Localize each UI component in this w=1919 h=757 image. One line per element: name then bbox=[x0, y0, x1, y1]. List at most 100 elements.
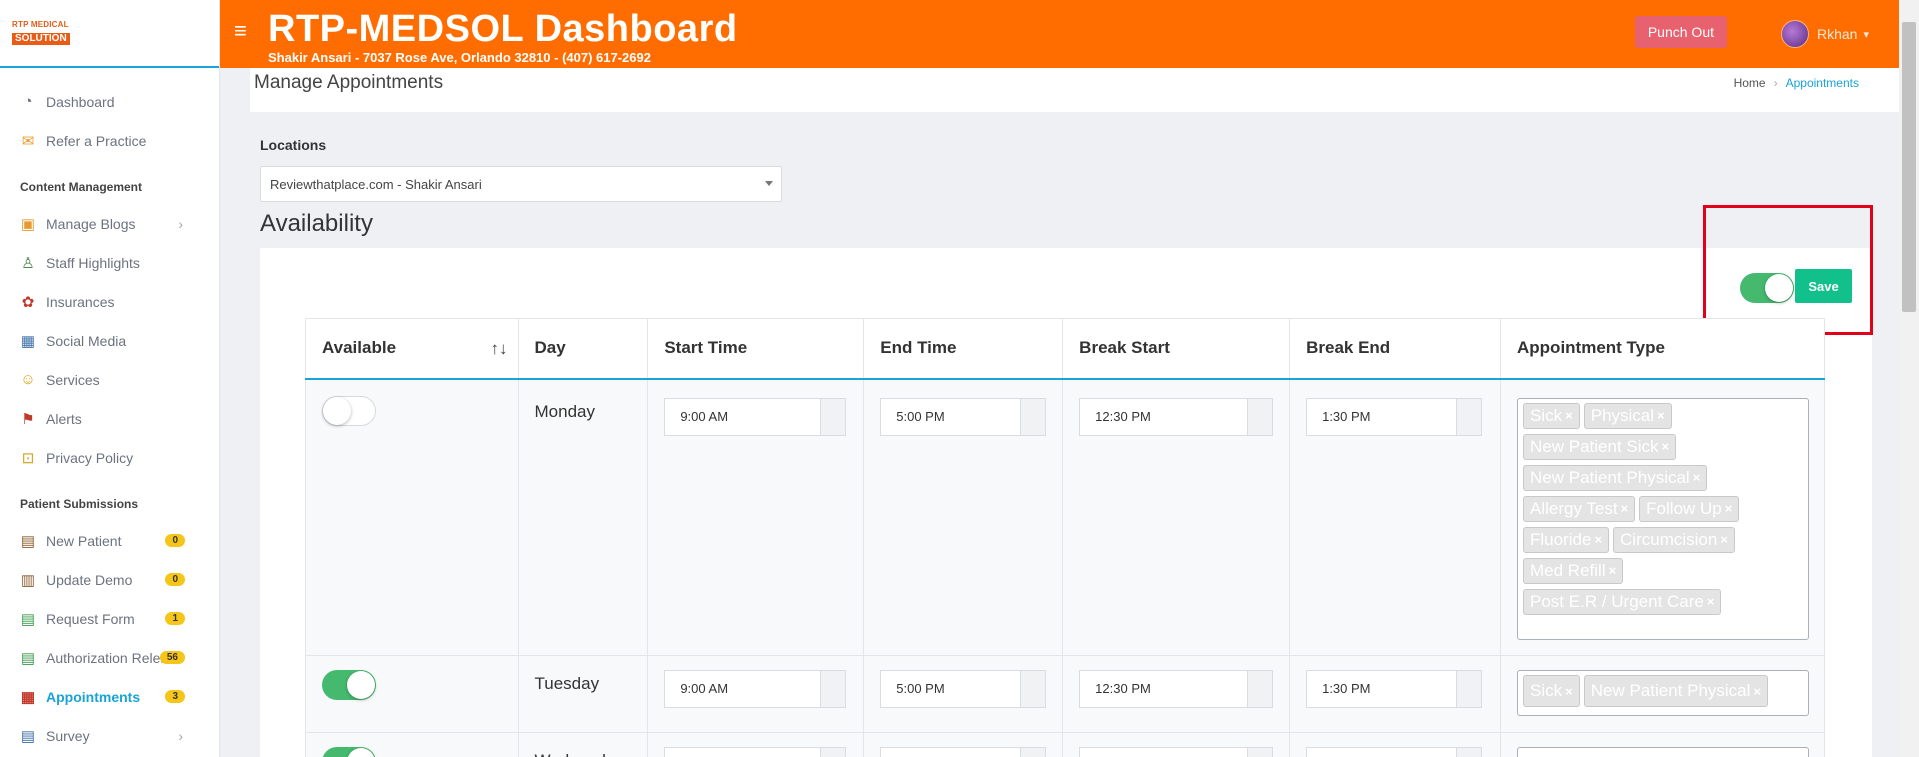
break-end-input[interactable]: 1:30 PM bbox=[1306, 397, 1483, 436]
highlight-box bbox=[1703, 205, 1873, 335]
time-addon[interactable] bbox=[1020, 398, 1046, 435]
appointment-type-tag[interactable]: Physical × bbox=[1583, 402, 1672, 429]
end-time-input[interactable]: 5:00 PM bbox=[880, 670, 1047, 708]
remove-icon[interactable]: × bbox=[1725, 501, 1733, 516]
column-header-day: Day bbox=[518, 318, 649, 380]
sidebar-item-privacy-policy[interactable]: ⊡ Privacy Policy bbox=[0, 438, 219, 477]
appointment-type-tag[interactable]: New Patient Sick × bbox=[1523, 433, 1677, 460]
remove-icon[interactable]: × bbox=[1565, 684, 1573, 699]
breadcrumb-home[interactable]: Home bbox=[1734, 76, 1766, 90]
remove-icon[interactable]: × bbox=[1657, 408, 1665, 423]
end-time-input[interactable] bbox=[880, 747, 1047, 757]
appointment-type-tag[interactable]: Circumcision × bbox=[1613, 526, 1735, 553]
sidebar-item-survey[interactable]: ▤ Survey › bbox=[0, 716, 219, 755]
remove-icon[interactable]: × bbox=[1707, 594, 1715, 609]
remove-icon[interactable]: × bbox=[1565, 408, 1573, 423]
dashboard-title: RTP-MEDSOL Dashboard bbox=[268, 8, 738, 50]
sidebar-item-label: Services bbox=[46, 371, 100, 388]
time-addon[interactable] bbox=[1247, 748, 1273, 757]
break-end-input[interactable] bbox=[1306, 747, 1483, 757]
scrollbar-thumb[interactable] bbox=[1902, 22, 1916, 312]
appointment-type-tag[interactable]: Sick × bbox=[1523, 402, 1580, 429]
time-addon[interactable] bbox=[1456, 398, 1482, 435]
sidebar-item-alerts[interactable]: ⚑ Alerts bbox=[0, 399, 219, 438]
column-header-available[interactable]: Available ↑↓ bbox=[305, 318, 519, 380]
appointment-type-tag[interactable]: New Patient Physical × bbox=[1583, 675, 1769, 707]
sidebar-item-refer[interactable]: ✉ Refer a Practice bbox=[0, 121, 219, 160]
appointment-type-tag[interactable]: Post E.R / Urgent Care × bbox=[1523, 588, 1722, 615]
start-time-input[interactable]: 9:00 AM bbox=[664, 670, 847, 708]
remove-icon[interactable]: × bbox=[1609, 563, 1617, 578]
sidebar-item-manage-blogs[interactable]: ▣ Manage Blogs › bbox=[0, 204, 219, 243]
remove-icon[interactable]: × bbox=[1693, 470, 1701, 485]
count-badge: 1 bbox=[165, 612, 185, 625]
mail-icon: ✉ bbox=[21, 132, 35, 150]
appointment-type-select[interactable]: Sick × New Patient Physical × bbox=[1517, 670, 1810, 716]
sidebar-item-authorization-release[interactable]: ▤ Authorization Release 56 bbox=[0, 638, 219, 677]
remove-icon[interactable]: × bbox=[1621, 501, 1629, 516]
content-nav: ▣ Manage Blogs › ♙ Staff Highlights ✿ Insura… bbox=[0, 202, 219, 477]
appointment-type-tag[interactable]: Follow Up × bbox=[1639, 495, 1740, 522]
sidebar-item-new-patient[interactable]: ▤ New Patient 0 bbox=[0, 521, 219, 560]
break-start-input[interactable]: 12:30 PM bbox=[1079, 670, 1274, 708]
id-card-icon: ▥ bbox=[20, 571, 36, 589]
remove-icon[interactable]: × bbox=[1662, 439, 1670, 454]
sidebar-item-services[interactable]: ☺ Services bbox=[0, 360, 219, 399]
gauge-icon: ◔ bbox=[23, 93, 33, 110]
end-time-input[interactable]: 5:00 PM bbox=[880, 397, 1047, 436]
menu-icon[interactable]: ≡ bbox=[234, 18, 247, 44]
tag-label: New Patient Physical bbox=[1590, 681, 1751, 700]
availability-table: Available ↑↓ Day Start Time End Time Brea… bbox=[305, 318, 1825, 757]
day-availability-toggle[interactable] bbox=[322, 395, 376, 426]
column-header-start-time: Start Time bbox=[647, 318, 865, 380]
tag-label: Med Refill bbox=[1530, 560, 1606, 580]
time-addon[interactable] bbox=[1456, 748, 1482, 757]
day-availability-toggle[interactable] bbox=[322, 747, 376, 757]
chevron-right-icon: › bbox=[1773, 76, 1778, 90]
sidebar-item-label: Alerts bbox=[46, 410, 82, 427]
tag-label: Fluoride bbox=[1530, 529, 1592, 549]
appointment-type-tag[interactable]: Med Refill × bbox=[1523, 557, 1624, 584]
time-addon[interactable] bbox=[1247, 398, 1273, 435]
social-icon: ▦ bbox=[20, 332, 36, 350]
time-addon[interactable] bbox=[820, 748, 846, 757]
time-addon[interactable] bbox=[820, 671, 846, 707]
remove-icon[interactable]: × bbox=[1720, 532, 1728, 547]
start-time-input[interactable]: 9:00 AM bbox=[664, 397, 847, 436]
day-availability-toggle[interactable] bbox=[322, 670, 376, 700]
sidebar-item-staff-highlights[interactable]: ♙ Staff Highlights bbox=[0, 243, 219, 282]
time-addon[interactable] bbox=[1247, 671, 1273, 707]
appointment-type-tag[interactable]: Fluoride × bbox=[1523, 526, 1610, 553]
sidebar-item-update-demo[interactable]: ▥ Update Demo 0 bbox=[0, 560, 219, 599]
logo[interactable]: RTP MEDICAL SOLUTION bbox=[12, 21, 70, 45]
break-start-input[interactable]: 12:30 PM bbox=[1079, 397, 1274, 436]
breadcrumb-current[interactable]: Appointments bbox=[1786, 76, 1859, 90]
punch-out-button[interactable]: Punch Out bbox=[1634, 16, 1727, 48]
logo-line1: RTP MEDICAL bbox=[12, 20, 69, 29]
sort-icon[interactable]: ↑↓ bbox=[491, 339, 508, 359]
sidebar-item-insurances[interactable]: ✿ Insurances bbox=[0, 282, 219, 321]
appointment-type-select[interactable] bbox=[1517, 747, 1810, 757]
break-start-input[interactable] bbox=[1079, 747, 1274, 757]
time-addon[interactable] bbox=[820, 398, 846, 435]
start-time-input[interactable] bbox=[664, 747, 847, 757]
time-addon[interactable] bbox=[1456, 671, 1482, 707]
location-select[interactable]: Reviewthatplace.com - Shakir Ansari bbox=[260, 166, 782, 202]
appointment-type-tag[interactable]: Sick × bbox=[1523, 675, 1580, 707]
user-menu[interactable]: Rkhan ▾ bbox=[1781, 20, 1869, 48]
sidebar-item-social-media[interactable]: ▦ Social Media bbox=[0, 321, 219, 360]
time-addon[interactable] bbox=[1020, 748, 1046, 757]
tag-label: Physical bbox=[1590, 405, 1655, 425]
sidebar-item-dashboard[interactable]: ◔ Dashboard bbox=[0, 82, 219, 121]
appointment-type-select[interactable]: Sick × Physical × New Patient Sick × New Pa… bbox=[1517, 397, 1810, 640]
appointment-type-tag[interactable]: Allergy Test × bbox=[1523, 495, 1636, 522]
break-end-input[interactable]: 1:30 PM bbox=[1306, 670, 1483, 708]
time-addon[interactable] bbox=[1020, 671, 1046, 707]
scrollbar[interactable] bbox=[1899, 0, 1919, 757]
sidebar-item-appointments[interactable]: ▦ Appointments 3 bbox=[0, 677, 219, 716]
remove-icon[interactable]: × bbox=[1594, 532, 1602, 547]
user-name: Rkhan bbox=[1817, 26, 1858, 42]
remove-icon[interactable]: × bbox=[1753, 684, 1761, 699]
appointment-type-tag[interactable]: New Patient Physical × bbox=[1523, 464, 1708, 491]
sidebar-item-request-form[interactable]: ▤ Request Form 1 bbox=[0, 599, 219, 638]
